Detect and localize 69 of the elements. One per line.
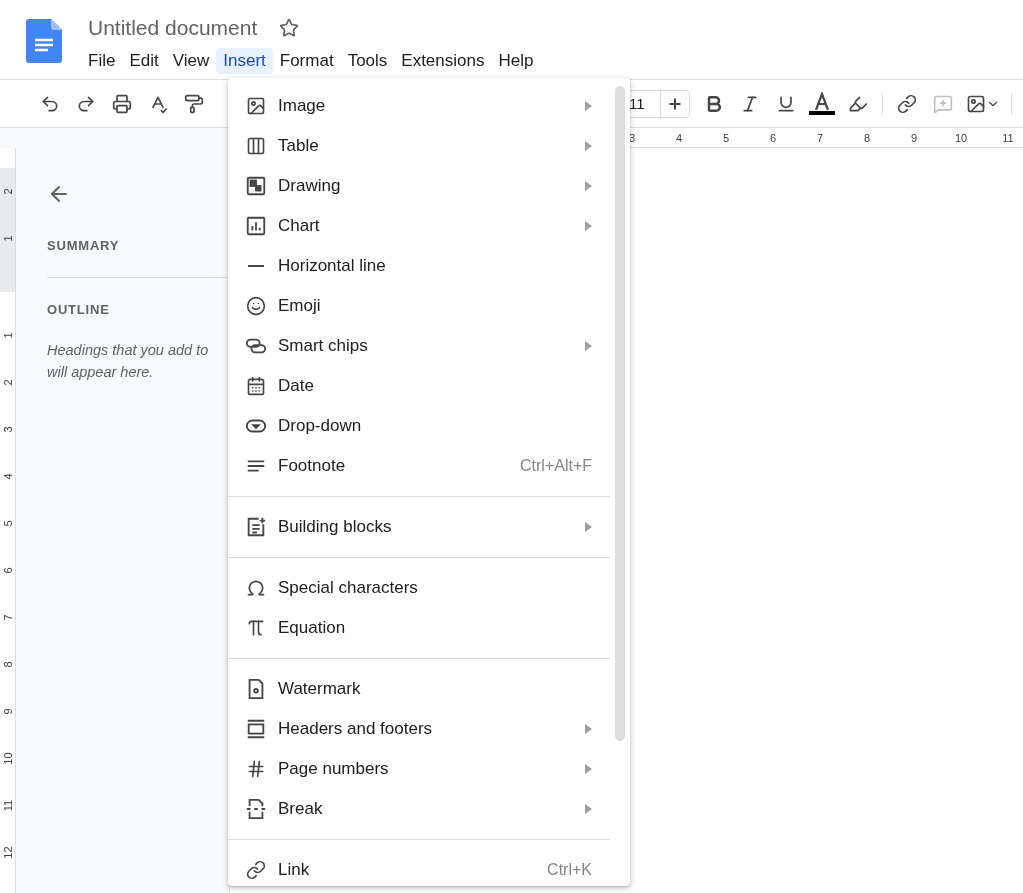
menu-item[interactable]: Help xyxy=(491,48,541,74)
ruler-number: 2 xyxy=(0,187,15,197)
summary-heading: SUMMARY xyxy=(47,238,121,253)
ruler-number: 2 xyxy=(0,378,15,388)
menu-option[interactable]: Drop-down xyxy=(228,406,630,446)
ruler-number: 7 xyxy=(815,131,825,144)
ruler-number: 1 xyxy=(0,331,15,341)
star-icon[interactable] xyxy=(279,18,300,38)
menu-option[interactable]: Page numbers xyxy=(228,749,630,789)
menu-option[interactable]: Emoji xyxy=(228,286,630,326)
menu-item[interactable]: File xyxy=(81,48,123,74)
calendar-icon xyxy=(245,375,267,397)
menu-option[interactable]: Break xyxy=(228,789,630,829)
link-icon xyxy=(245,859,267,881)
ruler-number: 7 xyxy=(0,613,15,623)
ruler-number: 4 xyxy=(0,472,15,482)
ruler-number: 9 xyxy=(0,707,15,717)
increase-size-button[interactable] xyxy=(660,89,690,118)
ruler-number: 4 xyxy=(674,131,684,144)
outline-hint: Headings that you add to xyxy=(47,341,210,360)
menu-option[interactable]: Equation xyxy=(228,608,630,648)
ruler-number: 10 xyxy=(0,751,15,766)
menu-item[interactable]: Extensions xyxy=(394,48,492,74)
scrollbar[interactable] xyxy=(615,86,625,741)
ruler-number: 6 xyxy=(0,566,15,576)
menu-option[interactable]: Headers and footers xyxy=(228,709,630,749)
ruler-number: 8 xyxy=(0,660,15,670)
building-blocks-icon xyxy=(245,516,267,538)
document-title[interactable]: Untitled document xyxy=(88,16,258,40)
ruler-number: 11 xyxy=(1001,131,1015,144)
drawing-icon xyxy=(245,175,267,197)
line-icon xyxy=(248,265,264,267)
menu-option[interactable]: Building blocks xyxy=(228,507,630,547)
menu-option[interactable]: Drawing xyxy=(228,166,630,206)
docs-logo[interactable] xyxy=(26,19,62,63)
table-icon xyxy=(245,135,267,157)
outline-hint: will appear here. xyxy=(47,363,155,382)
menu-item[interactable]: Insert xyxy=(216,48,273,74)
chart-icon xyxy=(245,215,267,237)
menu-item[interactable]: View xyxy=(165,48,217,74)
image-icon xyxy=(245,95,267,117)
menu-option[interactable]: Table xyxy=(228,126,630,166)
ruler-number: 11 xyxy=(0,798,15,813)
ruler-number: 9 xyxy=(909,131,919,144)
ruler-number: 3 xyxy=(627,131,637,144)
plus-icon xyxy=(667,95,683,112)
menu-option[interactable]: Chart xyxy=(228,206,630,246)
menu-option[interactable]: Watermark xyxy=(228,669,630,709)
menu-option[interactable]: Smart chips xyxy=(228,326,630,366)
ruler-number: 6 xyxy=(768,131,778,144)
ruler-number: 5 xyxy=(0,519,15,529)
ruler-number: 12 xyxy=(0,845,15,860)
outline-heading: OUTLINE xyxy=(47,302,111,317)
menu-option[interactable]: Special characters xyxy=(228,568,630,608)
ruler-number: 8 xyxy=(862,131,872,144)
ruler-number: 10 xyxy=(953,131,969,144)
menu-item[interactable]: Edit xyxy=(122,48,166,74)
menu-item[interactable]: Tools xyxy=(340,48,395,74)
menu-option[interactable]: Horizontal line xyxy=(228,246,630,286)
ruler-number: 3 xyxy=(0,425,15,435)
ruler-number: 1 xyxy=(0,234,15,244)
menu-item[interactable]: Format xyxy=(272,48,341,74)
menu-option[interactable]: Link Ctrl+K xyxy=(228,850,630,886)
menu-option[interactable]: Footnote Ctrl+Alt+F xyxy=(228,446,630,486)
smiley-icon xyxy=(245,295,267,317)
header-footer-icon xyxy=(245,718,267,740)
page-break-icon xyxy=(245,798,267,820)
menu-option[interactable]: Date xyxy=(228,366,630,406)
ruler-number: 5 xyxy=(721,131,731,144)
